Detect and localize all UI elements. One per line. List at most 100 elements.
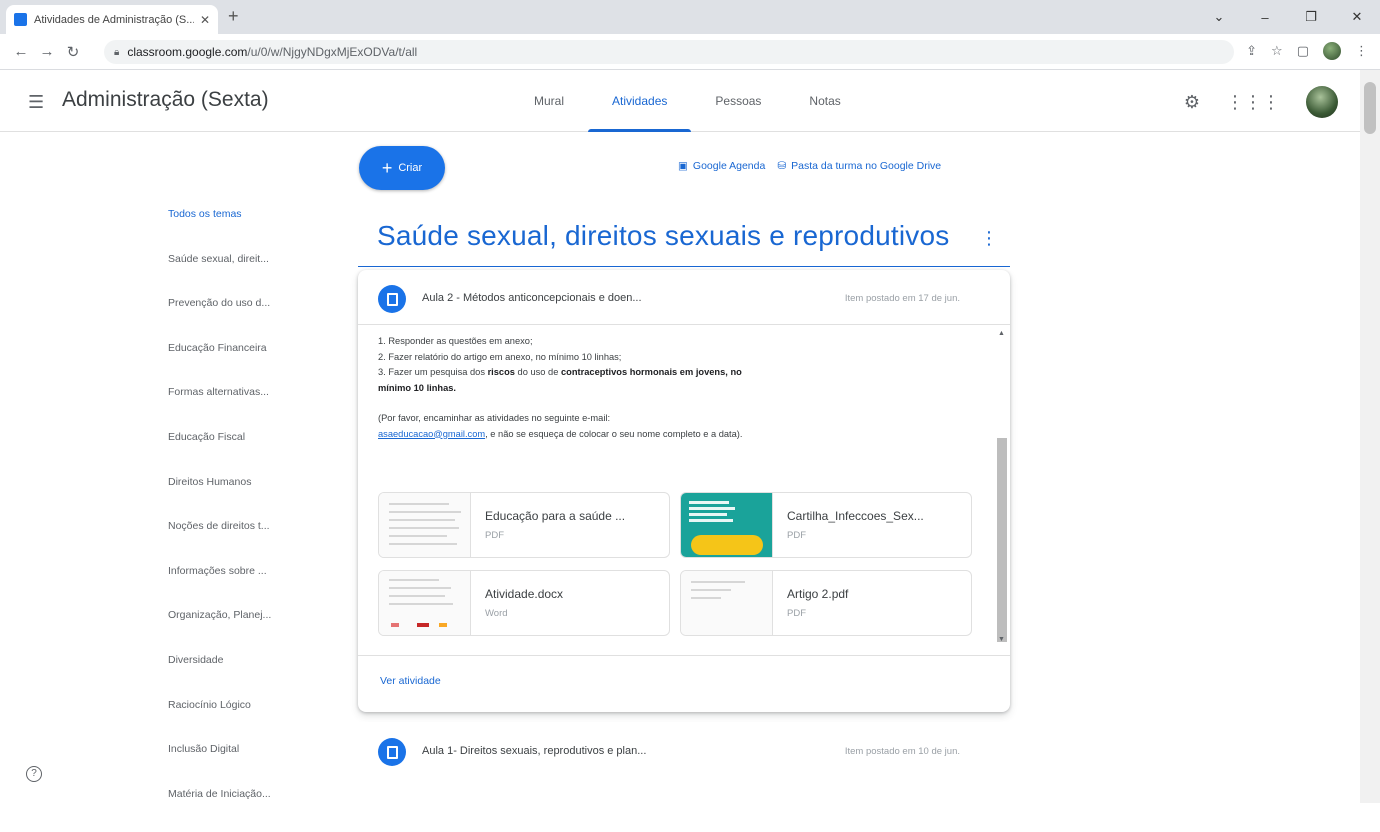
topic-item[interactable]: Formas alternativas...	[168, 386, 298, 431]
desc-line: 1. Responder as questões em anexo;	[378, 336, 533, 346]
close-tab-icon[interactable]: ✕	[200, 13, 210, 27]
attachment-type: PDF	[485, 530, 504, 541]
help-icon[interactable]: ?	[26, 766, 42, 782]
browser-tabbar: Atividades de Administração (S... ✕ + ⌄ …	[0, 0, 1380, 34]
scroll-down-icon[interactable]: ▼	[998, 636, 1005, 643]
browser-tab[interactable]: Atividades de Administração (S... ✕	[6, 5, 218, 34]
drive-folder-icon: ⛁	[777, 160, 787, 172]
restore-icon[interactable]: ❐	[1288, 9, 1334, 25]
classroom-header: ☰ Administração (Sexta) Mural Atividades…	[0, 70, 1360, 132]
class-tabs: Mural Atividades Pessoas Notas	[510, 70, 865, 132]
view-assignment-link[interactable]: Ver atividade	[380, 675, 441, 687]
assignment-title: Aula 1- Direitos sexuais, reprodutivos e…	[422, 745, 647, 757]
classroom-favicon-icon	[14, 13, 27, 26]
attachment-card[interactable]: Atividade.docx Word	[378, 570, 670, 636]
topic-item-all[interactable]: Todos os temas	[168, 208, 298, 253]
tab-title: Atividades de Administração (S...	[34, 13, 194, 26]
calendar-icon: ▣	[678, 160, 688, 172]
page-scrollbar[interactable]	[1360, 70, 1380, 803]
browser-toolbar: ← → ↻ 🔒︎ classroom.google.com /u/0/w/Njg…	[0, 34, 1380, 70]
attachment-card[interactable]: Educação para a saúde ... PDF	[378, 492, 670, 558]
attachment-name: Atividade.docx	[485, 587, 564, 601]
attachment-type: Word	[485, 608, 508, 619]
forward-icon[interactable]: →	[34, 43, 60, 60]
reload-icon[interactable]: ↻	[60, 43, 86, 61]
minimize-icon[interactable]: –	[1242, 10, 1288, 25]
topic-item[interactable]: Educação Fiscal	[168, 431, 298, 476]
share-icon[interactable]: ⇪	[1246, 43, 1257, 59]
desc-line: 3. Fazer um pesquisa dos riscos do uso d…	[378, 367, 742, 393]
settings-gear-icon[interactable]: ⚙	[1184, 92, 1200, 113]
url-path: /u/0/w/NjgyNDgxMjExODVa/t/all	[247, 45, 418, 59]
calendar-label: Google Agenda	[692, 160, 766, 172]
topic-item[interactable]: Inclusão Digital	[168, 743, 298, 788]
attachment-card[interactable]: Cartilha_Infeccoes_Sex... PDF	[680, 492, 972, 558]
assignment-icon	[378, 738, 406, 766]
tab-pessoas[interactable]: Pessoas	[691, 70, 785, 132]
topic-title: Saúde sexual, direitos sexuais e reprodu…	[377, 220, 950, 251]
desc-line: asaeducacao@gmail.com, e não se esqueça …	[378, 428, 743, 439]
assignment-description: 1. Responder as questões em anexo; 2. Fa…	[378, 334, 758, 442]
browser-menu-icon[interactable]: ⋮	[1355, 43, 1368, 59]
create-button[interactable]: + Criar	[359, 146, 445, 190]
topic-item[interactable]: Saúde sexual, direit...	[168, 253, 298, 298]
assignment-header[interactable]: Aula 2 - Métodos anticoncepcionais e doe…	[358, 270, 1010, 325]
details-scrollbar-thumb[interactable]	[997, 438, 1007, 642]
drive-folder-link[interactable]: ⛁ Pasta da turma no Google Drive	[777, 160, 941, 172]
email-link[interactable]: asaeducacao@gmail.com	[378, 429, 485, 439]
apps-grid-icon[interactable]: ⋮⋮⋮	[1226, 92, 1280, 113]
assignment-icon	[378, 285, 406, 313]
attachment-thumbnail	[379, 493, 471, 557]
assignment-row[interactable]: Aula 1- Direitos sexuais, reprodutivos e…	[358, 722, 1010, 782]
url-host: classroom.google.com	[127, 45, 248, 59]
browser-profile-avatar[interactable]	[1323, 42, 1341, 60]
details-scrollbar[interactable]: ▲ ▼	[996, 330, 1008, 648]
topic-item[interactable]: Raciocínio Lógico	[168, 699, 298, 744]
topic-item[interactable]: Prevenção do uso d...	[168, 297, 298, 342]
topic-item[interactable]: Matéria de Iniciação...	[168, 788, 298, 832]
topic-item[interactable]: Educação Financeira	[168, 342, 298, 387]
topic-more-icon[interactable]: ⋮	[980, 228, 998, 249]
drive-label: Pasta da turma no Google Drive	[791, 160, 942, 172]
new-tab-icon[interactable]: +	[228, 6, 239, 27]
topic-item[interactable]: Noções de direitos t...	[168, 520, 298, 565]
attachment-thumbnail	[681, 571, 773, 635]
topic-item[interactable]: Direitos Humanos	[168, 476, 298, 521]
assignment-card: Aula 2 - Métodos anticoncepcionais e doe…	[358, 270, 1010, 712]
desc-line: (Por favor, encaminhar as atividades no …	[378, 413, 611, 423]
bookmark-star-icon[interactable]: ☆	[1271, 43, 1283, 59]
create-label: Criar	[398, 162, 423, 174]
tab-search-icon[interactable]: ⌄	[1196, 9, 1242, 25]
topic-item[interactable]: Organização, Planej...	[168, 609, 298, 654]
topics-list: Todos os temas Saúde sexual, direit... P…	[168, 208, 298, 832]
tab-atividades[interactable]: Atividades	[588, 70, 692, 132]
attachment-type: PDF	[787, 608, 806, 619]
topic-item[interactable]: Diversidade	[168, 654, 298, 699]
account-avatar[interactable]	[1306, 86, 1338, 118]
assignment-details: 1. Responder as questões em anexo; 2. Fa…	[358, 326, 1010, 656]
address-bar[interactable]: 🔒︎ classroom.google.com /u/0/w/NjgyNDgxM…	[104, 40, 1234, 64]
attachment-type: PDF	[787, 530, 806, 541]
tab-notas[interactable]: Notas	[785, 70, 864, 132]
lock-icon: 🔒︎	[114, 46, 120, 58]
attachment-name: Educação para a saúde ...	[485, 509, 626, 523]
google-calendar-link[interactable]: ▣ Google Agenda	[678, 160, 765, 172]
class-name: Administração (Sexta)	[62, 88, 269, 111]
attachment-thumbnail	[681, 493, 773, 557]
assignment-date: Item postado em 10 de jun.	[844, 746, 960, 757]
scroll-up-icon[interactable]: ▲	[998, 330, 1005, 337]
window-controls: ⌄ – ❐ ✕	[1196, 0, 1380, 34]
page-scrollbar-thumb[interactable]	[1364, 82, 1376, 134]
assignment-date: Item postado em 17 de jun.	[844, 293, 960, 304]
assignment-title: Aula 2 - Métodos anticoncepcionais e doe…	[422, 292, 642, 304]
back-icon[interactable]: ←	[8, 43, 34, 60]
desc-line: 2. Fazer relatório do artigo em anexo, n…	[378, 351, 622, 362]
tab-mural[interactable]: Mural	[510, 70, 588, 132]
topic-item[interactable]: Informações sobre ...	[168, 565, 298, 610]
main-menu-icon[interactable]: ☰	[28, 92, 44, 113]
attachment-card[interactable]: Artigo 2.pdf PDF	[680, 570, 972, 636]
close-window-icon[interactable]: ✕	[1334, 9, 1380, 25]
side-panel-icon[interactable]: ▢	[1297, 43, 1309, 59]
topic-divider	[358, 266, 1010, 267]
attachment-name: Artigo 2.pdf	[787, 587, 849, 601]
